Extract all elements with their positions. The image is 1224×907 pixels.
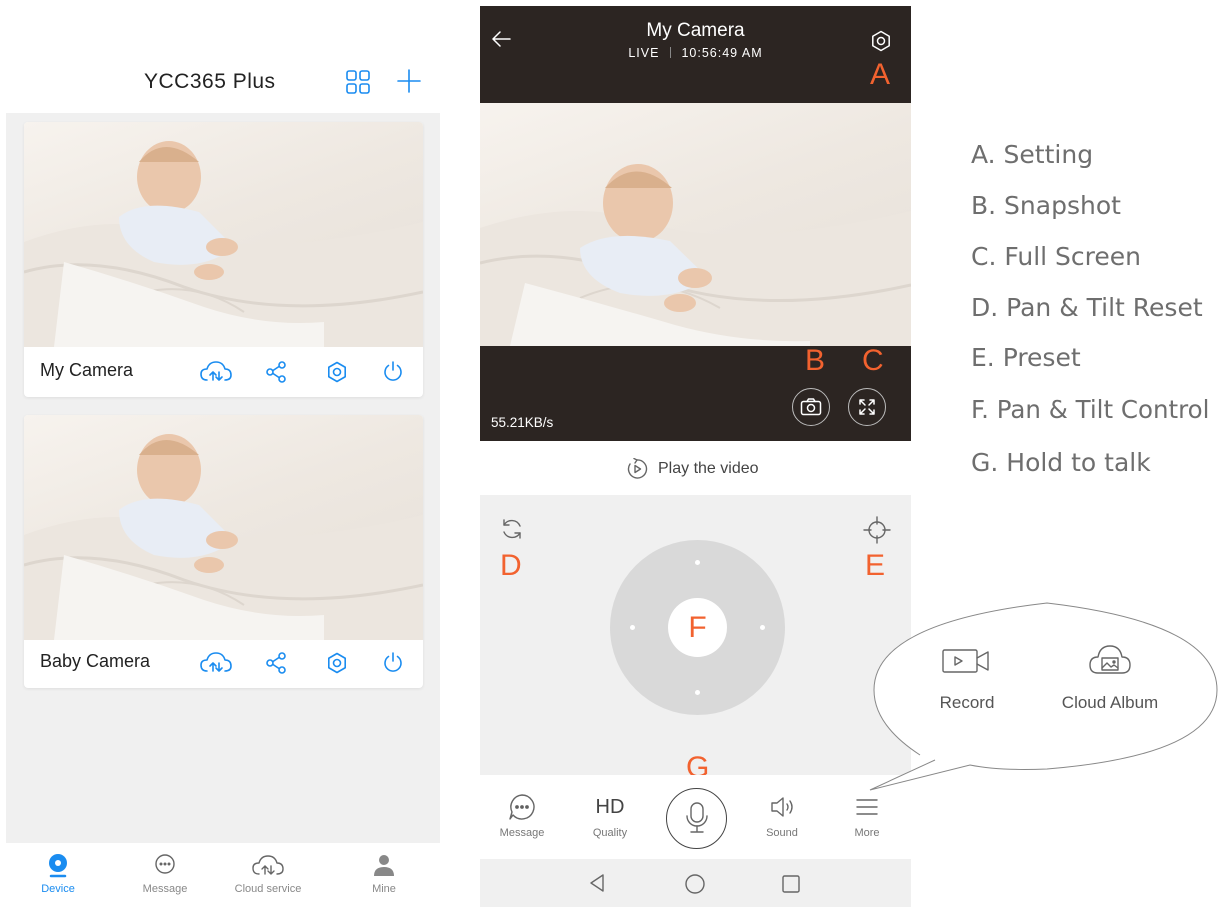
legend-item: D. Pan & Tilt Reset [971,293,1203,322]
divider [669,47,671,58]
home-circle-icon[interactable] [684,873,706,895]
share-icon[interactable] [265,361,287,383]
device-card[interactable]: My Camera [24,122,423,397]
live-time: 10:56:49 AM [681,46,763,60]
device-list: My Camera Baby Camera [6,113,440,843]
recent-square-icon[interactable] [781,874,801,894]
live-video[interactable] [480,103,911,346]
action-bar: Message HD Quality Sound More [480,775,911,859]
cloud-album-label: Cloud Album [1061,693,1159,712]
chat-icon [155,854,175,874]
ptz-up-dot[interactable] [695,560,700,565]
camera-icon [49,854,67,878]
page-title: YCC365 Plus [144,70,276,93]
action-label: Quality [592,827,628,839]
camera-title: My Camera [646,20,745,41]
play-label: Play the video [658,460,759,477]
play-video-link[interactable]: Play the video [626,457,759,481]
marker-a: A [870,58,891,91]
action-label: Sound [766,827,798,839]
camera-name: My Camera [40,360,134,380]
live-view-screen: My Camera LIVE 10:56:49 AM A B C 55.21KB… [480,6,911,907]
action-label: Message [499,827,545,839]
chat-icon [509,794,535,820]
share-icon[interactable] [265,652,287,674]
expand-icon [859,399,875,415]
camera-thumbnail[interactable] [24,415,423,640]
legend-item: E. Preset [971,343,1081,372]
gear-icon[interactable] [326,652,348,674]
grid-view-icon[interactable] [346,70,370,94]
action-label: More [854,827,880,839]
sound-action[interactable]: Sound [750,793,814,839]
live-label: LIVE [628,46,660,60]
cloud-storage-icon[interactable] [200,360,232,384]
video-control-bar: B C 55.21KB/s [480,344,911,441]
ptz-right-dot[interactable] [760,625,765,630]
cloud-storage-icon[interactable] [200,651,232,675]
marker-b: B [805,344,826,377]
fullscreen-button[interactable] [848,388,886,426]
live-status: LIVE 10:56:49 AM [480,46,911,60]
cloud-album-icon [1089,645,1131,674]
marker-f: F [688,611,707,644]
record-label: Record [939,693,995,712]
ptz-left-dot[interactable] [630,625,635,630]
message-action[interactable]: Message [490,793,554,839]
microphone-icon [685,802,708,833]
tab-label: Mine [372,883,396,895]
tab-mine[interactable]: Mine [354,853,414,895]
cloud-icon [252,855,284,875]
device-list-screen: YCC365 Plus My Camera Baby Camera Device… [6,60,440,907]
legend-item: C. Full Screen [971,242,1141,271]
power-icon[interactable] [382,651,404,673]
legend-item: B. Snapshot [971,191,1121,220]
reset-icon[interactable] [500,517,524,541]
snapshot-button[interactable] [792,388,830,426]
back-triangle-icon[interactable] [587,873,607,893]
quality-value: HD [595,796,625,818]
legend-item: G. Hold to talk [971,448,1151,477]
tab-label: Device [41,883,75,895]
ptz-panel: D E F G [480,495,911,784]
marker-c: C [862,344,884,377]
camera-thumbnail[interactable] [24,122,423,347]
legend-item: A. Setting [971,140,1094,169]
ptz-down-dot[interactable] [695,690,700,695]
more-menu-callout: Record Cloud Album [860,595,1224,800]
bottom-tab-bar: Device Message Cloud service Mine [6,843,440,907]
power-icon[interactable] [382,360,404,382]
tab-label: Message [142,883,188,895]
system-nav-bar [480,859,911,907]
legend-item: F. Pan & Tilt Control [971,395,1210,424]
cloud-album-option[interactable]: Cloud Album [1046,643,1174,713]
marker-e: E [865,549,886,582]
ptz-center[interactable]: F [668,598,727,657]
gear-icon[interactable] [326,361,348,383]
quality-action[interactable]: HD Quality [578,793,642,839]
add-icon[interactable] [396,68,422,94]
settings-gear-icon[interactable] [870,30,892,52]
speaker-icon [771,797,793,817]
replay-icon [627,458,648,479]
ptz-joystick[interactable]: F [610,540,785,715]
marker-d: D [500,549,522,582]
video-record-icon [942,649,989,673]
tab-device[interactable]: Device [28,853,88,895]
camera-name: Baby Camera [40,651,151,671]
user-icon [374,855,394,876]
hold-to-talk-button[interactable] [666,788,727,849]
bitrate: 55.21KB/s [491,415,554,430]
tab-cloud-service[interactable]: Cloud service [222,853,314,895]
tab-label: Cloud service [234,883,302,895]
record-option[interactable]: Record [922,647,1012,713]
tab-message[interactable]: Message [130,853,200,895]
live-header: My Camera LIVE 10:56:49 AM A [480,6,911,103]
preset-crosshair-icon[interactable] [863,516,891,544]
camera-icon [800,398,822,416]
device-card[interactable]: Baby Camera [24,415,423,688]
